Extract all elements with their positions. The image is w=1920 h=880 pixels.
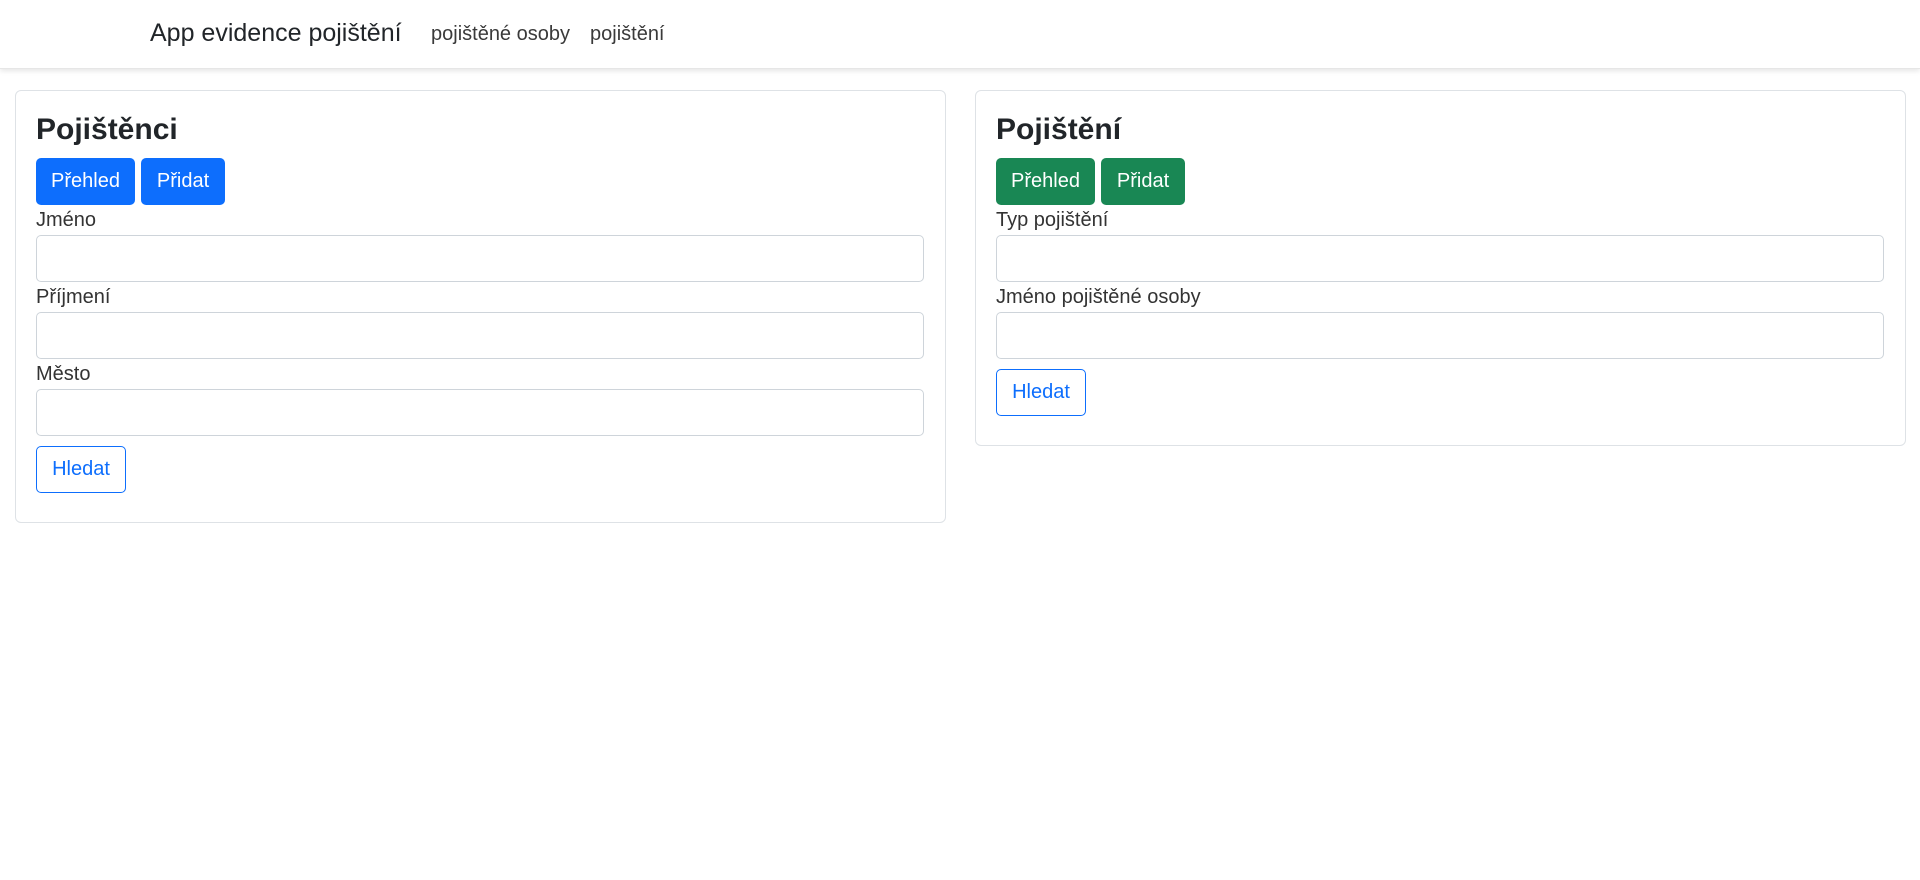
insurance-type-input[interactable] [996, 235, 1884, 282]
last-name-label: Příjmení [36, 286, 111, 308]
insurance-card-title: Pojištění [996, 113, 1122, 146]
top-navbar: App evidence pojištění pojištěné osoby p… [0, 0, 1920, 69]
insurance-overview-button[interactable]: Přehled [996, 158, 1095, 205]
insurance-add-button[interactable]: Přidat [1101, 158, 1185, 205]
insurance-card: Pojištění Přehled Přidat Typ pojištění J… [975, 90, 1906, 446]
insured-persons-card: Pojištěnci Přehled Přidat Jméno Příjmení… [15, 90, 946, 523]
insured-card-title: Pojištěnci [36, 113, 178, 146]
app-brand[interactable]: App evidence pojištění [150, 19, 402, 48]
nav-link-insurance[interactable]: pojištění [590, 23, 665, 46]
insured-add-button[interactable]: Přidat [141, 158, 225, 205]
insured-overview-button[interactable]: Přehled [36, 158, 135, 205]
first-name-label: Jméno [36, 209, 97, 231]
first-name-input[interactable] [36, 235, 924, 282]
city-label: Město [36, 363, 91, 385]
insurance-type-label: Typ pojištění [996, 209, 1109, 231]
insurance-search-button[interactable]: Hledat [996, 369, 1086, 416]
city-input[interactable] [36, 389, 924, 436]
nav-link-insured-persons[interactable]: pojištěné osoby [431, 23, 570, 46]
last-name-input[interactable] [36, 312, 924, 359]
insured-person-name-input[interactable] [996, 312, 1884, 359]
insured-search-button[interactable]: Hledat [36, 446, 126, 493]
insured-person-name-label: Jméno pojištěné osoby [996, 286, 1201, 308]
